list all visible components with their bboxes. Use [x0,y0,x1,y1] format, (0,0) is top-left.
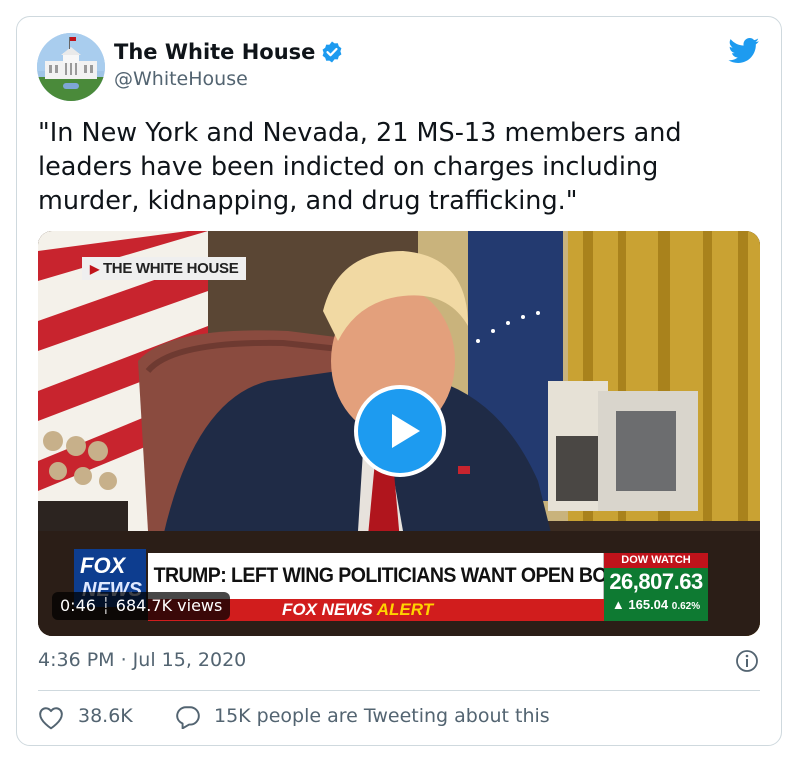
alert-suffix: ALERT [376,600,434,619]
like-count[interactable]: 38.6K [78,705,133,727]
alert-prefix: FOX NEWS [282,600,373,619]
view-count: 684.7K views [115,596,223,615]
tweet-text: "In New York and Nevada, 21 MS-13 member… [38,118,682,216]
divider [38,690,760,691]
dow-header: DOW WATCH [604,553,708,568]
reply-bubble-icon[interactable] [175,705,201,729]
conversation-link[interactable]: 15K people are Tweeting about this [214,705,550,727]
play-marker-icon: ▶ [90,262,99,276]
white-house-avatar-image [37,33,105,101]
dow-change-pct: 0.62% [671,601,701,612]
verified-badge-icon [322,41,342,63]
dow-change: ▲ 165.04 0.62% [604,596,708,616]
video-player[interactable]: ▶ THE WHITE HOUSE FOX NEWS TRUMP: LEFT WIN… [38,231,760,636]
dow-change-value: 165.04 [628,597,669,612]
play-icon [392,414,420,448]
twitter-bird-icon[interactable] [728,38,760,64]
news-alert: FOX NEWS ALERT [282,599,433,621]
source-label-text: THE WHITE HOUSE [102,260,239,277]
dow-value: 26,807.63 [609,569,703,594]
avatar[interactable] [37,33,105,101]
play-button[interactable] [354,385,446,477]
video-duration: 0:46 [60,596,96,615]
tweet-timestamp[interactable]: 4:36 PM · Jul 15, 2020 [38,649,246,671]
video-stats: 0:46 ┆ 684.7K views [52,592,231,620]
info-icon[interactable] [735,649,759,673]
heart-icon[interactable] [38,706,64,730]
separator: ┆ [101,596,111,615]
up-arrow-icon: ▲ [611,597,625,612]
dow-ticker: DOW WATCH 26,807.63 ▲ 165.04 0.62% [604,553,708,621]
author-handle[interactable]: @WhiteHouse [114,68,248,90]
source-label: ▶ THE WHITE HOUSE [82,257,247,280]
author-name[interactable]: The White House [114,40,315,64]
